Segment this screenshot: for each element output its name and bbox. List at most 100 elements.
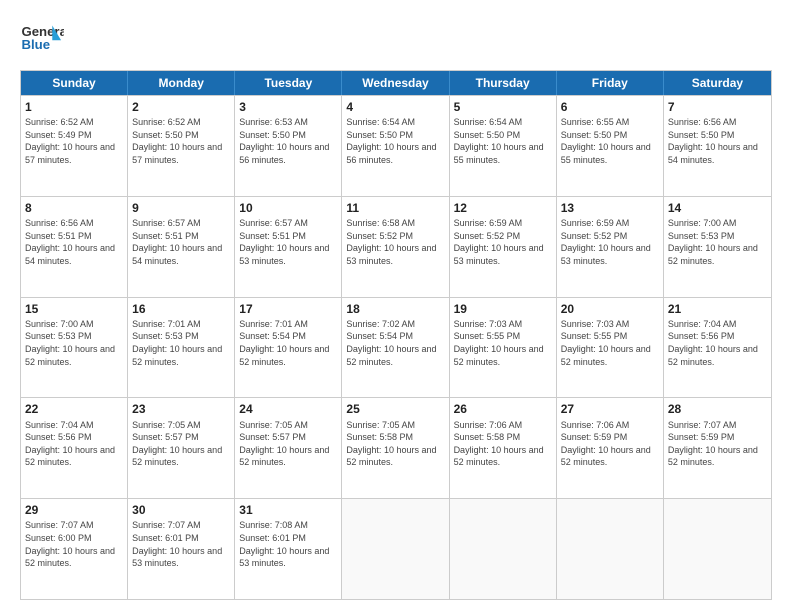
cell-day: 13 [561,200,659,216]
header-cell-monday: Monday [128,71,235,95]
cell-day: 12 [454,200,552,216]
calendar-cell: 28 Sunrise: 7:07 AMSunset: 5:59 PMDaylig… [664,398,771,498]
calendar-cell: 16 Sunrise: 7:01 AMSunset: 5:53 PMDaylig… [128,298,235,398]
calendar-cell [342,499,449,599]
cell-info: Sunrise: 6:59 AMSunset: 5:52 PMDaylight:… [454,217,552,267]
cell-info: Sunrise: 6:58 AMSunset: 5:52 PMDaylight:… [346,217,444,267]
calendar-cell: 13 Sunrise: 6:59 AMSunset: 5:52 PMDaylig… [557,197,664,297]
cell-info: Sunrise: 7:07 AMSunset: 6:00 PMDaylight:… [25,519,123,569]
cell-day: 7 [668,99,767,115]
cell-info: Sunrise: 6:52 AMSunset: 5:50 PMDaylight:… [132,116,230,166]
calendar-body: 1 Sunrise: 6:52 AMSunset: 5:49 PMDayligh… [21,95,771,599]
cell-day: 30 [132,502,230,518]
svg-text:Blue: Blue [21,37,50,52]
calendar-cell: 5 Sunrise: 6:54 AMSunset: 5:50 PMDayligh… [450,96,557,196]
logo-svg: General Blue [20,16,64,60]
cell-day: 6 [561,99,659,115]
cell-day: 8 [25,200,123,216]
cell-day: 27 [561,401,659,417]
cell-day: 26 [454,401,552,417]
calendar-cell: 8 Sunrise: 6:56 AMSunset: 5:51 PMDayligh… [21,197,128,297]
calendar-cell: 11 Sunrise: 6:58 AMSunset: 5:52 PMDaylig… [342,197,449,297]
cell-info: Sunrise: 7:03 AMSunset: 5:55 PMDaylight:… [561,318,659,368]
cell-day: 29 [25,502,123,518]
logo: General Blue [20,16,64,60]
cell-info: Sunrise: 6:54 AMSunset: 5:50 PMDaylight:… [454,116,552,166]
cell-info: Sunrise: 7:07 AMSunset: 6:01 PMDaylight:… [132,519,230,569]
cell-day: 31 [239,502,337,518]
cell-day: 10 [239,200,337,216]
cell-info: Sunrise: 6:53 AMSunset: 5:50 PMDaylight:… [239,116,337,166]
cell-day: 5 [454,99,552,115]
cell-day: 14 [668,200,767,216]
calendar-week-2: 8 Sunrise: 6:56 AMSunset: 5:51 PMDayligh… [21,196,771,297]
cell-info: Sunrise: 7:00 AMSunset: 5:53 PMDaylight:… [668,217,767,267]
calendar-week-5: 29 Sunrise: 7:07 AMSunset: 6:00 PMDaylig… [21,498,771,599]
calendar-cell: 18 Sunrise: 7:02 AMSunset: 5:54 PMDaylig… [342,298,449,398]
calendar-cell: 9 Sunrise: 6:57 AMSunset: 5:51 PMDayligh… [128,197,235,297]
calendar-header: SundayMondayTuesdayWednesdayThursdayFrid… [21,71,771,95]
calendar-cell: 15 Sunrise: 7:00 AMSunset: 5:53 PMDaylig… [21,298,128,398]
calendar-cell: 26 Sunrise: 7:06 AMSunset: 5:58 PMDaylig… [450,398,557,498]
cell-day: 4 [346,99,444,115]
calendar-cell: 2 Sunrise: 6:52 AMSunset: 5:50 PMDayligh… [128,96,235,196]
calendar-cell: 10 Sunrise: 6:57 AMSunset: 5:51 PMDaylig… [235,197,342,297]
cell-info: Sunrise: 6:57 AMSunset: 5:51 PMDaylight:… [239,217,337,267]
cell-info: Sunrise: 7:04 AMSunset: 5:56 PMDaylight:… [668,318,767,368]
calendar-week-1: 1 Sunrise: 6:52 AMSunset: 5:49 PMDayligh… [21,95,771,196]
calendar-cell: 3 Sunrise: 6:53 AMSunset: 5:50 PMDayligh… [235,96,342,196]
calendar-cell: 6 Sunrise: 6:55 AMSunset: 5:50 PMDayligh… [557,96,664,196]
header: General Blue [20,16,772,60]
calendar-cell: 25 Sunrise: 7:05 AMSunset: 5:58 PMDaylig… [342,398,449,498]
calendar-cell: 12 Sunrise: 6:59 AMSunset: 5:52 PMDaylig… [450,197,557,297]
cell-info: Sunrise: 7:06 AMSunset: 5:59 PMDaylight:… [561,419,659,469]
cell-info: Sunrise: 6:56 AMSunset: 5:51 PMDaylight:… [25,217,123,267]
header-cell-thursday: Thursday [450,71,557,95]
cell-info: Sunrise: 7:07 AMSunset: 5:59 PMDaylight:… [668,419,767,469]
cell-info: Sunrise: 7:03 AMSunset: 5:55 PMDaylight:… [454,318,552,368]
cell-day: 20 [561,301,659,317]
header-cell-wednesday: Wednesday [342,71,449,95]
calendar-cell: 31 Sunrise: 7:08 AMSunset: 6:01 PMDaylig… [235,499,342,599]
cell-info: Sunrise: 6:55 AMSunset: 5:50 PMDaylight:… [561,116,659,166]
cell-info: Sunrise: 7:01 AMSunset: 5:53 PMDaylight:… [132,318,230,368]
cell-info: Sunrise: 7:05 AMSunset: 5:57 PMDaylight:… [239,419,337,469]
cell-info: Sunrise: 6:52 AMSunset: 5:49 PMDaylight:… [25,116,123,166]
calendar-week-3: 15 Sunrise: 7:00 AMSunset: 5:53 PMDaylig… [21,297,771,398]
calendar-cell [450,499,557,599]
calendar-cell: 4 Sunrise: 6:54 AMSunset: 5:50 PMDayligh… [342,96,449,196]
cell-info: Sunrise: 7:05 AMSunset: 5:57 PMDaylight:… [132,419,230,469]
calendar-week-4: 22 Sunrise: 7:04 AMSunset: 5:56 PMDaylig… [21,397,771,498]
cell-info: Sunrise: 6:59 AMSunset: 5:52 PMDaylight:… [561,217,659,267]
cell-day: 21 [668,301,767,317]
calendar-cell: 30 Sunrise: 7:07 AMSunset: 6:01 PMDaylig… [128,499,235,599]
cell-day: 17 [239,301,337,317]
header-cell-sunday: Sunday [21,71,128,95]
header-cell-tuesday: Tuesday [235,71,342,95]
calendar-cell: 19 Sunrise: 7:03 AMSunset: 5:55 PMDaylig… [450,298,557,398]
cell-info: Sunrise: 7:00 AMSunset: 5:53 PMDaylight:… [25,318,123,368]
cell-info: Sunrise: 6:54 AMSunset: 5:50 PMDaylight:… [346,116,444,166]
calendar-cell: 24 Sunrise: 7:05 AMSunset: 5:57 PMDaylig… [235,398,342,498]
cell-info: Sunrise: 7:06 AMSunset: 5:58 PMDaylight:… [454,419,552,469]
calendar-cell: 29 Sunrise: 7:07 AMSunset: 6:00 PMDaylig… [21,499,128,599]
cell-day: 16 [132,301,230,317]
cell-day: 1 [25,99,123,115]
calendar-cell: 1 Sunrise: 6:52 AMSunset: 5:49 PMDayligh… [21,96,128,196]
header-cell-friday: Friday [557,71,664,95]
calendar-cell: 7 Sunrise: 6:56 AMSunset: 5:50 PMDayligh… [664,96,771,196]
cell-day: 22 [25,401,123,417]
calendar-cell: 17 Sunrise: 7:01 AMSunset: 5:54 PMDaylig… [235,298,342,398]
cell-day: 28 [668,401,767,417]
calendar-cell: 14 Sunrise: 7:00 AMSunset: 5:53 PMDaylig… [664,197,771,297]
cell-day: 15 [25,301,123,317]
calendar-cell: 23 Sunrise: 7:05 AMSunset: 5:57 PMDaylig… [128,398,235,498]
cell-info: Sunrise: 7:02 AMSunset: 5:54 PMDaylight:… [346,318,444,368]
cell-info: Sunrise: 7:04 AMSunset: 5:56 PMDaylight:… [25,419,123,469]
cell-day: 3 [239,99,337,115]
cell-info: Sunrise: 7:05 AMSunset: 5:58 PMDaylight:… [346,419,444,469]
page: General Blue SundayMondayTuesdayWednesda… [0,0,792,612]
cell-day: 23 [132,401,230,417]
cell-day: 18 [346,301,444,317]
calendar-cell: 27 Sunrise: 7:06 AMSunset: 5:59 PMDaylig… [557,398,664,498]
